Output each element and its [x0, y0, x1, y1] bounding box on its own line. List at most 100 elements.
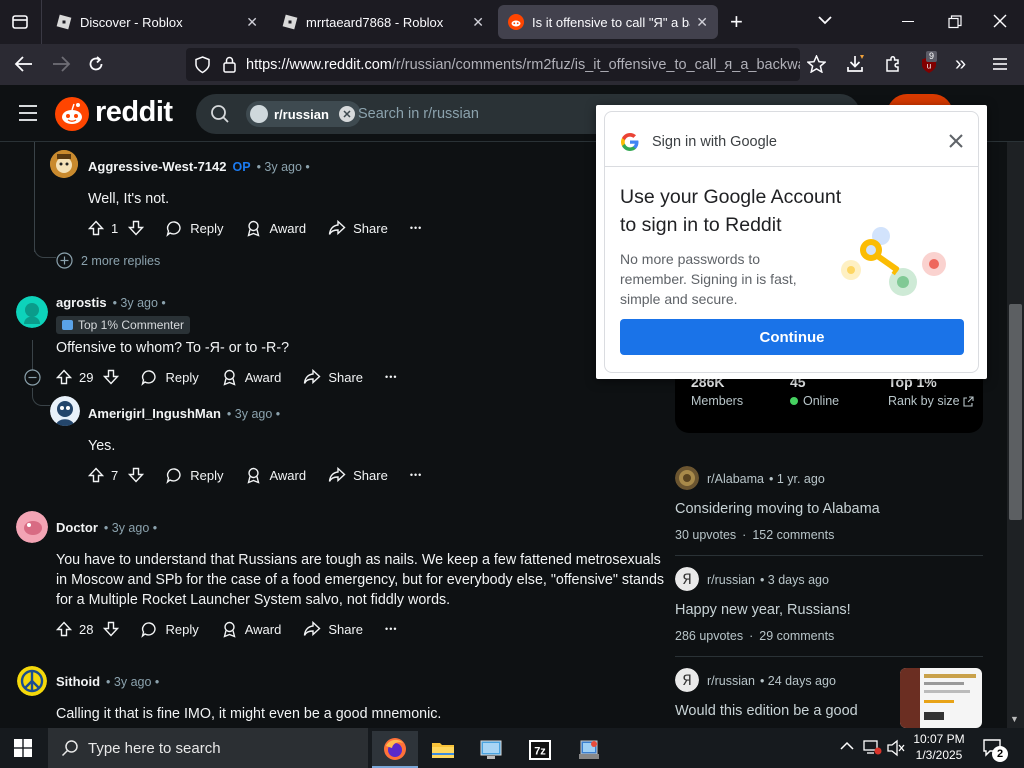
clock[interactable]: 10:07 PM 1/3/2025 [910, 731, 968, 763]
close-icon[interactable]: ✕ [246, 14, 258, 31]
network-icon[interactable] [862, 738, 882, 756]
reply-button[interactable]: Reply [141, 621, 199, 638]
user-avatar[interactable] [16, 296, 48, 328]
extension-badge: 9 [926, 51, 938, 62]
peace-sign-avatar-icon[interactable] [17, 666, 47, 696]
hamburger-menu-icon[interactable] [992, 57, 1008, 71]
comment-actions: 7 Reply Award Share ••• [88, 464, 444, 486]
tab-user-roblox[interactable]: mrrtaeard7868 - Roblox ✕ [272, 5, 494, 39]
windows-start-icon[interactable] [14, 739, 32, 757]
rank-link[interactable]: Rank by size [888, 394, 974, 408]
app-taskbar-icon[interactable] [566, 731, 612, 768]
more-options-icon[interactable]: ••• [410, 470, 422, 480]
subreddit-avatar-icon[interactable]: Я [675, 668, 699, 692]
post-subreddit[interactable]: r/Alabama [707, 472, 764, 486]
scrollbar-thumb[interactable] [1009, 304, 1022, 520]
popup-desc-line2: remember. Signing in is fast, [620, 271, 797, 287]
more-options-icon[interactable]: ••• [410, 223, 422, 233]
collapse-minus-icon[interactable] [24, 369, 41, 386]
post-title[interactable]: Considering moving to Alabama [675, 501, 880, 517]
upvote-button[interactable]: 29 [56, 369, 93, 385]
flair-icon [62, 320, 73, 330]
reload-icon[interactable] [87, 55, 105, 73]
comment-username[interactable]: Amerigirl_IngushMan [88, 406, 221, 421]
reddit-menu-icon[interactable] [18, 104, 38, 122]
search-input[interactable]: Search in r/russian [358, 106, 479, 122]
upvote-button[interactable]: 7 [88, 467, 118, 483]
award-button[interactable]: Award [221, 621, 281, 638]
file-explorer-taskbar-icon[interactable] [420, 731, 466, 768]
share-button[interactable]: Share [328, 467, 388, 483]
tab-reddit-active[interactable]: Is it offensive to call "Я" a backwards … [498, 5, 718, 39]
subreddit-avatar-icon[interactable]: Я [675, 567, 699, 591]
award-button[interactable]: Award [221, 369, 281, 386]
upvote-button[interactable]: 28 [56, 621, 93, 637]
user-avatar[interactable] [16, 511, 48, 543]
more-options-icon[interactable]: ••• [385, 372, 397, 382]
restore-icon[interactable] [948, 15, 962, 29]
chip-close-icon[interactable]: ✕ [338, 106, 355, 122]
subreddit-avatar-icon[interactable] [675, 466, 699, 490]
comment-username[interactable]: agrostis [56, 295, 107, 310]
user-avatar[interactable] [50, 396, 80, 426]
scroll-down-arrow-icon[interactable]: ▼ [1010, 714, 1019, 724]
close-icon[interactable]: ✕ [696, 14, 708, 31]
popup-close-icon[interactable] [948, 133, 964, 149]
rank-label: Rank by size [888, 394, 960, 408]
downvote-button[interactable] [103, 621, 120, 637]
shield-icon[interactable] [194, 56, 211, 74]
more-options-icon[interactable]: ••• [385, 624, 397, 634]
url-bar[interactable]: https://www.reddit.com/r/russian/comment… [186, 48, 800, 81]
firefox-taskbar-icon[interactable] [372, 731, 418, 768]
share-button[interactable]: Share [303, 621, 363, 637]
share-button[interactable]: Share [303, 369, 363, 385]
reply-button[interactable]: Reply [166, 220, 223, 237]
post-title[interactable]: Happy new year, Russians! [675, 602, 851, 618]
reply-button[interactable]: Reply [141, 369, 199, 386]
back-arrow-icon[interactable] [14, 55, 34, 73]
lock-icon[interactable] [222, 55, 237, 73]
reply-button[interactable]: Reply [166, 467, 223, 484]
popup-frame: Sign in with Google Use your Google Acco… [604, 111, 979, 373]
subreddit-chip[interactable]: r/russian ✕ [246, 101, 361, 127]
more-replies-button[interactable]: 2 more replies [56, 252, 160, 269]
extensions-puzzle-icon[interactable] [884, 55, 902, 73]
new-tab-plus-icon[interactable]: + [730, 11, 743, 33]
minimize-icon[interactable] [902, 21, 914, 22]
award-button[interactable]: Award [245, 220, 306, 237]
members-label: Members [691, 394, 744, 408]
overflow-chevron-icon[interactable]: » [955, 54, 966, 74]
close-icon[interactable]: ✕ [472, 14, 484, 31]
reddit-logo-icon[interactable] [55, 97, 89, 131]
award-button[interactable]: Award [245, 467, 306, 484]
comment-username[interactable]: Sithoid [56, 674, 100, 689]
comment-username[interactable]: Doctor [56, 520, 98, 535]
control-panel-taskbar-icon[interactable] [468, 731, 514, 768]
key-illustration-icon [831, 222, 953, 308]
tray-chevron-up-icon[interactable] [840, 741, 854, 751]
tab-list-chevron-icon[interactable] [817, 14, 833, 26]
post-subreddit[interactable]: r/russian [707, 674, 755, 688]
downvote-button[interactable] [103, 369, 120, 385]
tab-discover-roblox[interactable]: Discover - Roblox ✕ [46, 5, 268, 39]
continue-button[interactable]: Continue [620, 319, 964, 355]
downvote-button[interactable] [128, 467, 145, 483]
vote-count: 1 [111, 220, 119, 236]
tab-overview-icon[interactable] [10, 12, 30, 32]
share-button[interactable]: Share [328, 220, 388, 236]
downvote-button[interactable] [128, 220, 145, 236]
post-title[interactable]: Would this edition be a good [675, 703, 858, 719]
post-thumbnail[interactable] [900, 668, 982, 728]
post-subreddit[interactable]: r/russian [707, 573, 755, 587]
taskbar-search-input[interactable]: Type here to search [48, 728, 368, 768]
download-icon[interactable] [846, 54, 866, 74]
volume-muted-icon[interactable] [886, 739, 906, 757]
upvote-button[interactable]: 1 [88, 220, 118, 236]
7zip-taskbar-icon[interactable]: 7z [517, 731, 563, 768]
user-avatar[interactable] [50, 150, 78, 178]
forward-arrow-icon[interactable] [51, 55, 71, 73]
bookmark-star-icon[interactable] [807, 55, 826, 73]
post-time: • 24 days ago [759, 674, 836, 688]
comment-username[interactable]: Aggressive-West-7142 [88, 159, 227, 174]
window-close-icon[interactable] [993, 14, 1007, 28]
